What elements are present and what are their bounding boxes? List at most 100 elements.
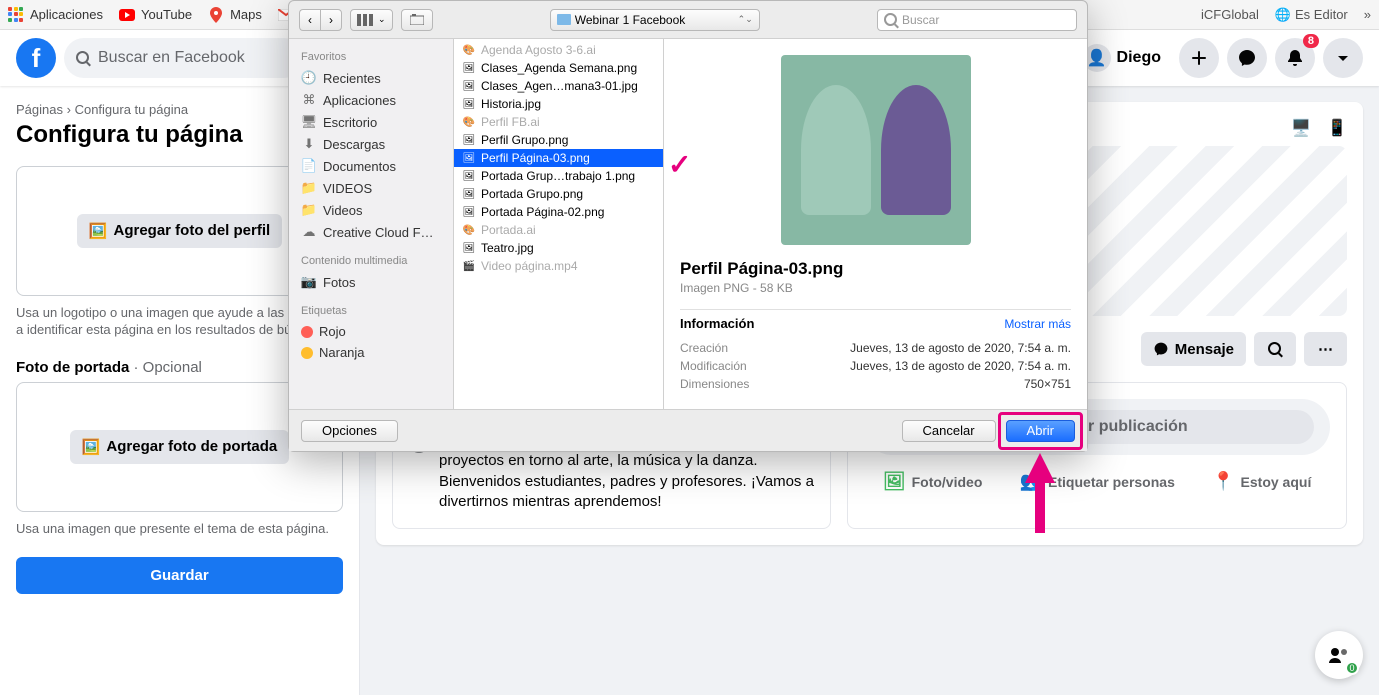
sidebar-item[interactable]: 📄Documentos <box>289 155 453 177</box>
bookmark-gcfglobal[interactable]: iCFGlobal <box>1201 7 1259 23</box>
file-type-icon: 🎨 <box>462 115 476 129</box>
sidebar-tag[interactable]: Rojo <box>289 321 453 342</box>
sidebar-item-label: Creative Cloud F… <box>323 225 434 240</box>
messenger-button[interactable] <box>1227 38 1267 78</box>
preview-info-label: Información <box>680 316 754 331</box>
sidebar-item-label: Naranja <box>319 345 365 360</box>
file-name: Portada.ai <box>481 223 536 237</box>
file-item[interactable]: 🖼Portada Página-02.png <box>454 203 663 221</box>
dialog-footer: Opciones Cancelar Abrir <box>289 409 1087 451</box>
sidebar-item[interactable]: ⌘Aplicaciones <box>289 89 453 111</box>
info-key: Creación <box>680 341 728 355</box>
sidebar-item-label: Videos <box>323 203 363 218</box>
sidebar-item-icon: 🖥 <box>301 114 317 130</box>
notification-badge: 8 <box>1303 34 1319 48</box>
group-button[interactable] <box>401 9 433 31</box>
dialog-toolbar: ‹ › ⌄ Webinar 1 Facebook ⌃⌄ Buscar <box>289 1 1087 39</box>
file-item[interactable]: 🖼Portada Grup…trabajo 1.png <box>454 167 663 185</box>
options-button[interactable]: Opciones <box>301 420 398 442</box>
path-selector[interactable]: Webinar 1 Facebook ⌃⌄ <box>550 9 760 31</box>
file-type-icon: 🖼 <box>462 61 476 75</box>
search-icon <box>884 13 898 27</box>
cover-help-text: Usa una imagen que presente el tema de e… <box>16 520 343 538</box>
nav-forward-button[interactable]: › <box>320 9 342 31</box>
tag-color-dot <box>301 326 313 338</box>
dialog-search-input[interactable]: Buscar <box>877 9 1077 31</box>
file-item[interactable]: 🖼Clases_Agen…mana3-01.jpg <box>454 77 663 95</box>
post-action[interactable]: 👥Etiquetar personas <box>1020 471 1175 492</box>
fb-search-input[interactable]: Buscar en Facebook <box>64 38 304 78</box>
more-options-button[interactable]: ⋯ <box>1304 332 1347 366</box>
bookmark-apps[interactable]: Aplicaciones <box>8 7 103 23</box>
facebook-logo[interactable]: f <box>16 38 56 78</box>
post-action[interactable]: 📍Estoy aquí <box>1212 471 1311 492</box>
bookmark-youtube[interactable]: YouTube <box>119 7 192 23</box>
file-item[interactable]: 🖼Teatro.jpg <box>454 239 663 257</box>
mobile-preview-icon[interactable]: 📱 <box>1327 118 1347 138</box>
file-type-icon: 🖼 <box>462 169 476 183</box>
post-action[interactable]: 🖼Foto/video <box>883 471 983 492</box>
view-mode-button[interactable]: ⌄ <box>350 9 393 31</box>
desktop-preview-icon[interactable]: 🖥️ <box>1291 118 1311 138</box>
preview-show-more[interactable]: Mostrar más <box>1004 317 1071 331</box>
file-type-icon: 🖼 <box>462 151 476 165</box>
bookmark-label: Maps <box>230 7 262 22</box>
file-type-icon: 🖼 <box>462 187 476 201</box>
add-profile-photo-button[interactable]: 🖼️ Agregar foto del perfil <box>77 214 282 248</box>
bookmark-eseditor[interactable]: 🌐 Es Editor <box>1275 7 1348 23</box>
sidebar-item-icon: ☁ <box>301 224 317 240</box>
file-type-icon: 🎨 <box>462 43 476 57</box>
open-button[interactable]: Abrir <box>1006 420 1075 442</box>
file-item[interactable]: 🖼Clases_Agenda Semana.png <box>454 59 663 77</box>
sidebar-item-label: Recientes <box>323 71 381 86</box>
chevron-updown-icon: ⌃⌄ <box>738 14 753 25</box>
sidebar-item[interactable]: 📷Fotos <box>289 271 453 293</box>
floating-chat-button[interactable]: 0 <box>1315 631 1363 679</box>
message-button[interactable]: Mensaje <box>1141 332 1246 366</box>
search-placeholder: Buscar en Facebook <box>98 49 245 67</box>
account-menu-button[interactable] <box>1323 38 1363 78</box>
sidebar-item[interactable]: ⬇Descargas <box>289 133 453 155</box>
sidebar-item-label: Descargas <box>323 137 385 152</box>
nav-back-button[interactable]: ‹ <box>299 9 320 31</box>
file-type-icon: 🎨 <box>462 223 476 237</box>
add-cover-photo-button[interactable]: 🖼️ Agregar foto de portada <box>70 430 290 464</box>
sidebar-item[interactable]: 📁Videos <box>289 199 453 221</box>
file-item[interactable]: 🎨Agenda Agosto 3-6.ai <box>454 41 663 59</box>
sidebar-item-icon: 📁 <box>301 180 317 196</box>
preview-info-row: ModificaciónJueves, 13 de agosto de 2020… <box>680 357 1071 375</box>
bookmark-maps[interactable]: Maps <box>208 7 262 23</box>
sidebar-item[interactable]: 🖥Escritorio <box>289 111 453 133</box>
preview-subtitle: Imagen PNG - 58 KB <box>680 281 1071 295</box>
search-page-button[interactable] <box>1254 332 1296 366</box>
file-name: Clases_Agen…mana3-01.jpg <box>481 79 638 93</box>
info-key: Dimensiones <box>680 377 749 391</box>
cancel-button[interactable]: Cancelar <box>902 420 996 442</box>
file-open-dialog: ‹ › ⌄ Webinar 1 Facebook ⌃⌄ Buscar Favor… <box>288 0 1088 452</box>
breadcrumb-root[interactable]: Páginas <box>16 102 63 117</box>
save-button[interactable]: Guardar <box>16 557 343 594</box>
file-name: Historia.jpg <box>481 97 541 111</box>
file-item[interactable]: 🎨Perfil FB.ai <box>454 113 663 131</box>
sidebar-tag[interactable]: Naranja <box>289 342 453 363</box>
sidebar-item[interactable]: ☁ Creative Cloud F… <box>289 221 453 243</box>
file-item[interactable]: 🖼Perfil Página-03.png <box>454 149 663 167</box>
folder-icon <box>557 14 571 25</box>
file-item[interactable]: 🖼Historia.jpg <box>454 95 663 113</box>
sidebar-item[interactable]: 🕘 Recientes <box>289 67 453 89</box>
file-item[interactable]: 🎨 Portada.ai <box>454 221 663 239</box>
bookmarks-overflow[interactable]: » <box>1364 7 1371 23</box>
info-key: Modificación <box>680 359 747 373</box>
sidebar-item[interactable]: 📁 VIDEOS <box>289 177 453 199</box>
sidebar-item-label: VIDEOS <box>323 181 372 196</box>
sidebar-item-icon: 🕘 <box>301 70 317 86</box>
sidebar-item-icon: 📄 <box>301 158 317 174</box>
file-item[interactable]: 🖼Portada Grupo.png <box>454 185 663 203</box>
profile-chip[interactable]: 👤 Diego <box>1079 40 1171 76</box>
file-item[interactable]: 🎬Video página.mp4 <box>454 257 663 275</box>
preview-info-row: CreaciónJueves, 13 de agosto de 2020, 7:… <box>680 339 1071 357</box>
file-item[interactable]: 🖼Perfil Grupo.png <box>454 131 663 149</box>
notifications-button[interactable]: 8 <box>1275 38 1315 78</box>
create-button[interactable] <box>1179 38 1219 78</box>
camera-icon: 📷 <box>301 274 317 290</box>
